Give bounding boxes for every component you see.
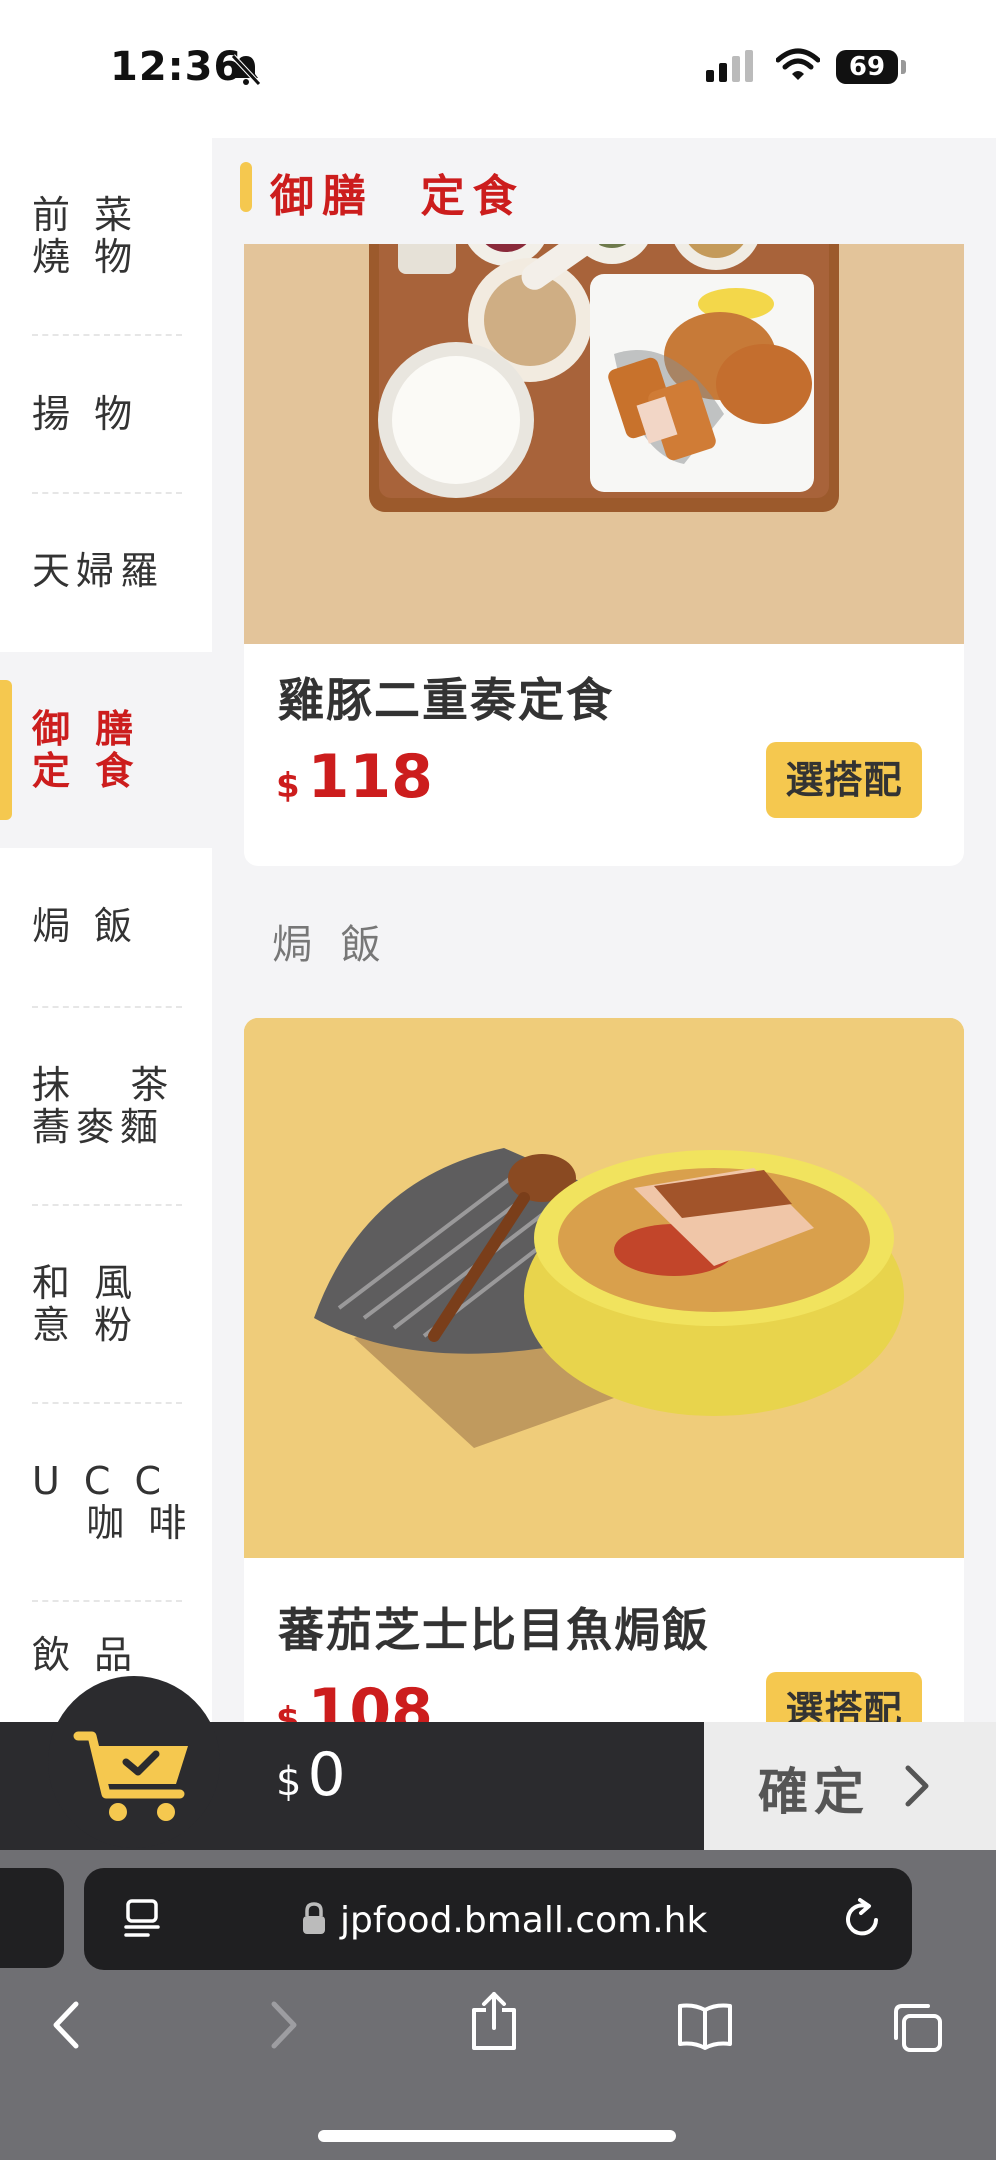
forward-icon[interactable] — [266, 1998, 302, 2052]
reload-icon[interactable] — [842, 1896, 884, 1942]
sidebar-item-label: 揚 物 — [32, 392, 139, 436]
food-tray-image — [244, 194, 964, 644]
product-name: 雞豚二重奏定食 — [278, 673, 614, 727]
share-icon[interactable] — [468, 1990, 520, 2052]
menu-list[interactable]: 御膳 定食 雞豚二重奏定食 $ 118 選搭配 焗 飯 蕃茄芝士比目魚焗飯 $ … — [212, 138, 996, 1722]
confirm-button[interactable]: 確定 — [704, 1722, 996, 1850]
sidebar-item-set-meal[interactable]: 御 膳 定 食 — [0, 652, 212, 848]
bookmarks-icon[interactable] — [676, 2002, 734, 2050]
baked-fish-rice-image — [244, 1018, 964, 1558]
sidebar-item-baked-rice[interactable]: 焗 飯 — [0, 848, 212, 1004]
sidebar-item-label: U C C 咖 啡 — [32, 1459, 193, 1545]
sidebar-item-starters-grill[interactable]: 前 菜 燒 物 — [0, 138, 212, 334]
product-name: 蕃茄芝士比目魚焗飯 — [278, 1603, 710, 1657]
wifi-icon — [776, 48, 820, 80]
signal-icon — [706, 50, 753, 82]
sidebar-item-fried[interactable]: 揚 物 — [0, 336, 212, 492]
status-bar: 12:36 69 — [0, 0, 996, 138]
category-sidebar: 前 菜 燒 物 揚 物 天婦羅 御 膳 定 食 焗 飯 抹 茶 蕎麥麵 和 風 … — [0, 138, 212, 1722]
product-card[interactable]: 蕃茄芝士比目魚焗飯 $108 選搭配 — [244, 1018, 964, 1722]
section-title: 御膳 定食 — [270, 171, 525, 222]
product-price: $108 — [276, 1676, 433, 1722]
price-amount: 118 — [307, 742, 433, 812]
reader-mode-icon[interactable] — [122, 1898, 162, 1940]
home-indicator — [318, 2130, 676, 2142]
product-image[interactable] — [244, 194, 964, 644]
sidebar-item-label: 御 膳 定 食 — [32, 707, 140, 793]
cart-icon — [73, 1731, 188, 1821]
status-time: 12:36 — [110, 44, 243, 90]
section-marker — [240, 162, 252, 212]
product-card[interactable]: 雞豚二重奏定食 $118 選搭配 — [244, 194, 964, 866]
subsection-heading: 焗 飯 — [272, 922, 389, 968]
lock-icon — [303, 1902, 325, 1934]
tabs-icon[interactable] — [890, 2002, 944, 2054]
price-amount: 108 — [307, 1676, 433, 1722]
previous-tab[interactable] — [0, 1868, 64, 1968]
currency-symbol: $ — [276, 1759, 302, 1805]
sidebar-item-label: 前 菜 燒 物 — [32, 193, 139, 279]
active-indicator — [0, 680, 12, 820]
cart-total: $0 — [276, 1740, 346, 1810]
sidebar-item-ucc-coffee[interactable]: U C C 咖 啡 — [0, 1404, 212, 1600]
cart-total-amount: 0 — [307, 1740, 346, 1810]
confirm-label: 確定 — [758, 1763, 870, 1821]
sidebar-item-matcha-soba[interactable]: 抹 茶 蕎麥麵 — [0, 1008, 212, 1204]
sidebar-item-pasta[interactable]: 和 風 意 粉 — [0, 1206, 212, 1402]
sidebar-item-label: 天婦羅 — [32, 549, 165, 593]
sidebar-item-label: 焗 飯 — [32, 904, 139, 948]
url-text: jpfood.bmall.com.hk — [340, 1900, 708, 1941]
product-price: $118 — [276, 742, 433, 812]
silent-bell-icon — [231, 54, 261, 86]
sidebar-item-label: 和 風 意 粉 — [32, 1261, 139, 1347]
choose-options-button[interactable]: 選搭配 — [766, 742, 922, 818]
address-bar[interactable]: jpfood.bmall.com.hk — [84, 1868, 912, 1970]
cart-button[interactable] — [48, 1676, 220, 1848]
choose-options-button[interactable]: 選搭配 — [766, 1672, 922, 1722]
battery-indicator: 69 — [836, 50, 906, 84]
sidebar-item-label: 抹 茶 蕎麥麵 — [32, 1063, 175, 1149]
chevron-right-icon — [905, 1765, 929, 1807]
sidebar-item-label: 飲 品 — [32, 1633, 139, 1677]
currency-symbol: $ — [276, 1700, 300, 1722]
currency-symbol: $ — [276, 766, 300, 806]
product-image[interactable] — [244, 1018, 964, 1558]
back-icon[interactable] — [48, 1998, 84, 2052]
section-header: 御膳 定食 — [212, 138, 996, 244]
